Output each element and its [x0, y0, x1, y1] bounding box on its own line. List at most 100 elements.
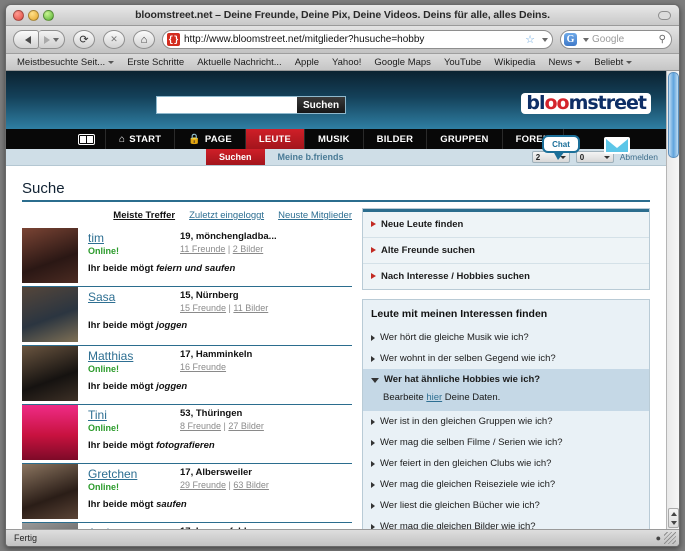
- friends-link[interactable]: 15 Freunde: [180, 303, 226, 313]
- triangle-right-icon: [371, 419, 375, 425]
- table-row[interactable]: Tini Online! 53, Thüringen 8 Freunde | 2…: [22, 405, 352, 464]
- nav-item-start[interactable]: ⌂ START: [106, 129, 176, 149]
- table-row[interactable]: Gretchen Online! 17, Albersweiler 29 Fre…: [22, 464, 352, 523]
- subnav-item-bfriends[interactable]: Meine b.friends: [265, 149, 357, 165]
- stop-icon[interactable]: ✕: [103, 30, 125, 49]
- question-hobbies[interactable]: Wer hat ähnliche Hobbies wie ich?: [363, 369, 649, 390]
- sort-meiste-treffer[interactable]: Meiste Treffer: [113, 210, 175, 221]
- reload-icon[interactable]: ⟳: [73, 30, 95, 49]
- triangle-right-icon: [371, 247, 376, 253]
- web-page: Suchen bloomstreet ⌂ START 🔒 PAGE LEUTE …: [6, 71, 666, 529]
- triangle-right-icon: [371, 461, 375, 467]
- toolbar-toggle-button[interactable]: [658, 11, 671, 20]
- vertical-scrollbar[interactable]: [666, 71, 679, 529]
- avatar[interactable]: [22, 464, 78, 519]
- friends-link[interactable]: 29 Freunde: [180, 480, 226, 490]
- bookmark-item[interactable]: Aktuelle Nachricht...: [197, 57, 281, 68]
- back-button[interactable]: [13, 30, 39, 49]
- sort-zuletzt-eingeloggt[interactable]: Zuletzt eingeloggt: [189, 210, 264, 221]
- user-name-link[interactable]: tim: [88, 231, 180, 245]
- friends-link[interactable]: 8 Freunde: [180, 421, 221, 431]
- results-column: Meiste Treffer Zuletzt eingeloggt Neuste…: [22, 208, 352, 529]
- bookmark-item[interactable]: Beliebt: [594, 57, 633, 68]
- zoom-button[interactable]: [43, 10, 54, 21]
- resize-grip[interactable]: [664, 532, 676, 544]
- forward-button[interactable]: [39, 30, 65, 49]
- chat-icon[interactable]: Chat: [542, 135, 580, 160]
- sort-neuste-mitglieder[interactable]: Neuste Mitglieder: [278, 210, 352, 221]
- nav-item-gruppen[interactable]: GRUPPEN: [427, 129, 503, 149]
- bookmark-item[interactable]: News: [548, 57, 582, 68]
- table-row[interactable]: tim Online! 19, mönchengladba... 11 Freu…: [22, 228, 352, 287]
- chevron-down-icon[interactable]: [542, 37, 548, 42]
- nav-item-leute[interactable]: LEUTE: [245, 129, 306, 149]
- user-name-link[interactable]: Sasa: [88, 290, 180, 304]
- panel-title: Leute mit meinen Interessen finden: [371, 308, 548, 320]
- user-name-link[interactable]: Matthias: [88, 349, 180, 363]
- site-search-input[interactable]: [157, 97, 297, 113]
- bookmark-item[interactable]: Apple: [295, 57, 319, 68]
- avatar[interactable]: [22, 228, 78, 283]
- search-engine-chevron-icon[interactable]: [583, 37, 589, 42]
- bookmark-item[interactable]: YouTube: [444, 57, 481, 68]
- question-bilder[interactable]: Wer mag die gleichen Bilder wie ich?: [363, 516, 649, 529]
- table-row[interactable]: Matthias Online! 17, Hamminkeln 16 Freun…: [22, 346, 352, 405]
- bookmark-item[interactable]: Wikipedia: [494, 57, 535, 68]
- user-age-city: 19, mönchengladba...: [180, 231, 277, 242]
- chat-label: Chat: [552, 139, 570, 149]
- avatar[interactable]: [22, 346, 78, 401]
- search-input[interactable]: G Google ⚲: [560, 30, 672, 49]
- bloomstreet-logo[interactable]: bloomstreet: [521, 93, 651, 114]
- question-gegend[interactable]: Wer wohnt in der selben Gegend wie ich?: [363, 348, 649, 369]
- question-reiseziele[interactable]: Wer mag die gleichen Reiseziele wie ich?: [363, 474, 649, 495]
- bookmark-item[interactable]: Erste Schritte: [127, 57, 184, 68]
- search-placeholder: Google: [592, 34, 625, 45]
- friends-link[interactable]: 16 Freunde: [180, 362, 226, 372]
- pictures-link[interactable]: 63 Bilder: [233, 480, 269, 490]
- scrollbar-thumb[interactable]: [668, 72, 679, 158]
- chevron-down-icon: [575, 60, 582, 64]
- friends-link[interactable]: 11 Freunde: [180, 244, 225, 254]
- nav-item-page[interactable]: 🔒 PAGE: [175, 129, 246, 149]
- scrollbar-buttons[interactable]: [668, 508, 679, 528]
- close-button[interactable]: [13, 10, 24, 21]
- bookmark-item[interactable]: Google Maps: [374, 57, 431, 68]
- site-search-button[interactable]: Suchen: [297, 97, 345, 113]
- pictures-link[interactable]: 11 Bilder: [233, 303, 268, 313]
- scroll-down-icon[interactable]: [670, 520, 677, 525]
- question-buecher[interactable]: Wer liest die gleichen Bücher wie ich?: [363, 495, 649, 516]
- edit-data-link[interactable]: hier: [426, 392, 442, 403]
- home-glyph: ⌂: [140, 33, 148, 46]
- scroll-up-icon[interactable]: [670, 511, 677, 516]
- envelope-icon[interactable]: [604, 137, 630, 154]
- question-gruppen[interactable]: Wer ist in den gleichen Gruppen wie ich?: [363, 411, 649, 432]
- pictures-link[interactable]: 2 Bilder: [233, 244, 264, 254]
- chevron-down-icon: [603, 155, 610, 159]
- sidebar-item-neue-leute[interactable]: Neue Leute finden: [363, 212, 649, 238]
- avatar[interactable]: [22, 287, 78, 342]
- user-name-link[interactable]: Gretchen: [88, 467, 180, 481]
- bookmark-item[interactable]: Meistbesuchte Seit...: [17, 57, 115, 68]
- addon-icon[interactable]: ●: [656, 533, 661, 543]
- bookmark-item[interactable]: Yahoo!: [332, 57, 361, 68]
- nav-item-bilder[interactable]: BILDER: [364, 129, 428, 149]
- site-search[interactable]: Suchen: [156, 96, 346, 114]
- dual-panel-icon[interactable]: [68, 129, 106, 149]
- table-row[interactable]: Sasa 15, Nürnberg 15 Freunde | 11 Bilder…: [22, 287, 352, 346]
- question-musik[interactable]: Wer hört die gleiche Musik wie ich?: [363, 327, 649, 348]
- nav-item-musik[interactable]: MUSIK: [305, 129, 364, 149]
- avatar[interactable]: [22, 405, 78, 460]
- window-controls[interactable]: [13, 10, 54, 21]
- pictures-link[interactable]: 27 Bilder: [228, 421, 264, 431]
- question-filme[interactable]: Wer mag die selben Filme / Serien wie ic…: [363, 432, 649, 453]
- user-name-link[interactable]: Tini: [88, 408, 180, 422]
- subnav-item-suchen[interactable]: Suchen: [206, 149, 265, 165]
- question-clubs[interactable]: Wer feiert in den gleichen Clubs wie ich…: [363, 453, 649, 474]
- address-bar[interactable]: {} http://www.bloomstreet.net/mitglieder…: [162, 30, 553, 49]
- sidebar-item-interesse-hobbies[interactable]: Nach Interesse / Hobbies suchen: [363, 264, 649, 289]
- bookmark-star-icon[interactable]: ☆: [525, 33, 535, 46]
- home-icon[interactable]: ⌂: [133, 30, 155, 49]
- minimize-button[interactable]: [28, 10, 39, 21]
- google-icon: G: [564, 33, 577, 46]
- sidebar-item-alte-freunde[interactable]: Alte Freunde suchen: [363, 238, 649, 264]
